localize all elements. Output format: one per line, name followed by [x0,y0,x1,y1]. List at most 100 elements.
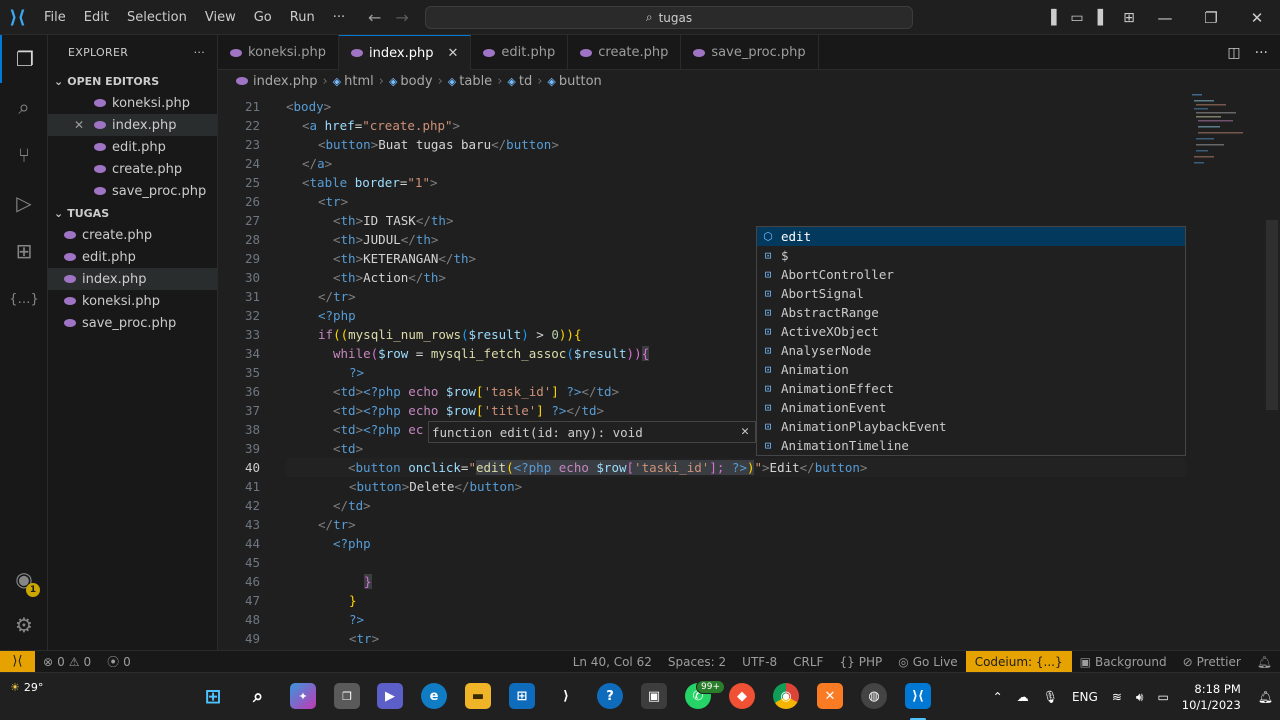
code-line[interactable]: 26 <tr> [218,192,1218,211]
weather-widget[interactable]: ☀ 29° [10,681,43,694]
close-tab-icon[interactable]: ✕ [448,46,459,61]
folder-section[interactable]: ⌄ TUGAS [48,202,217,224]
explorer-more-icon[interactable]: ··· [194,46,205,59]
menu-run[interactable]: Run [281,0,324,35]
help-icon[interactable]: ? [597,683,623,709]
obs-recorder-icon[interactable]: ◍ [861,683,887,709]
explorer-icon[interactable]: ❐ [0,35,48,83]
toggle-panel-icon[interactable]: ▭ [1064,10,1090,26]
code-line[interactable]: 44 <?php [218,534,1218,553]
battery-icon[interactable]: ▭ [1150,690,1175,704]
minimap[interactable] [1190,92,1266,172]
background-status[interactable]: ▣ Background [1072,655,1175,669]
onedrive-icon[interactable]: ☁ [1010,690,1036,704]
suggestion-item[interactable]: ⊡ AbortSignal [757,284,1185,303]
code-line[interactable]: 25 <table border="1"> [218,173,1218,192]
back-arrow-icon[interactable]: ← [368,8,381,27]
windows-start-icon[interactable]: ⊞ [200,683,226,709]
ports-status[interactable]: ⦿ 0 [99,653,139,670]
minimize-icon[interactable]: — [1142,9,1188,27]
open-editor-item[interactable]: koneksi.php [48,92,217,114]
xampp-icon[interactable]: ✕ [817,683,843,709]
suggestion-item[interactable]: ⊡ $ [757,246,1185,265]
suggestion-item[interactable]: ⬡ edit [757,227,1185,246]
folder-file-item[interactable]: index.php [48,268,217,290]
microphone-icon[interactable]: 🎙︎ [1036,690,1065,704]
indentation[interactable]: Spaces: 2 [660,655,734,669]
code-line[interactable]: 41 <button>Delete</button> [218,477,1218,496]
problems-status[interactable]: ⊗ 0 ⚠ 0 [35,655,99,669]
suggestion-item[interactable]: ⊡ AbortController [757,265,1185,284]
suggestion-item[interactable]: ⊡ AnimationPlaybackEvent [757,417,1185,436]
current-code-line[interactable]: 40 <button onclick="edit(<?php echo $row[… [245,458,1186,477]
code-line[interactable]: 43 </tr> [218,515,1218,534]
codeium-status[interactable]: Codeium: {...} [965,651,1072,673]
extensions-icon[interactable]: ⊞ [0,227,48,275]
edge-browser-icon[interactable]: e [421,683,447,709]
close-hint-icon[interactable]: ✕ [741,424,749,439]
open-editor-item[interactable]: create.php [48,158,217,180]
notifications-bell-icon[interactable]: 🔔︎ [1249,655,1280,669]
command-center-search[interactable]: ⌕ tugas [425,6,913,29]
microsoft-store-icon[interactable]: ⊞ [509,683,535,709]
clock[interactable]: 8:18 PM 10/1/2023 [1176,681,1251,713]
open-editor-item[interactable]: save_proc.php [48,180,217,202]
code-line[interactable]: 23 <button>Buat tugas baru</button> [218,135,1218,154]
menu-edit[interactable]: Edit [75,0,118,35]
open-editor-item[interactable]: ✕ index.php [48,114,217,136]
menu-view[interactable]: View [196,0,245,35]
code-line[interactable]: 49 <tr> [218,629,1218,648]
chevron-up-icon[interactable]: ⌃ [986,690,1010,704]
menu-selection[interactable]: Selection [118,0,196,35]
menu-file[interactable]: File [35,0,75,35]
taskbar-search-icon[interactable]: ⌕ [245,683,271,709]
toggle-secondary-sidebar-icon[interactable]: ▌ [1090,10,1116,26]
search-icon[interactable]: ⌕ [0,83,48,131]
teams-chat-icon[interactable]: ▶ [377,683,403,709]
suggestion-item[interactable]: ⊡ AnimationEffect [757,379,1185,398]
cursor-position[interactable]: Ln 40, Col 62 [565,655,660,669]
input-language[interactable]: ENG [1065,690,1105,704]
breadcrumb-item[interactable]: td [519,74,532,89]
suggestion-item[interactable]: ⊡ AnimationEvent [757,398,1185,417]
open-editor-item[interactable]: edit.php [48,136,217,158]
forward-arrow-icon[interactable]: → [395,8,408,27]
chrome-icon[interactable]: ◉ [773,683,799,709]
go-live-button[interactable]: ◎ Go Live [890,655,965,669]
codeium-icon[interactable]: {…} [0,275,48,323]
customize-layout-icon[interactable]: ⊞ [1116,10,1142,26]
menu-more[interactable]: ··· [324,0,354,35]
language-mode[interactable]: {} PHP [831,655,890,669]
vertical-scrollbar[interactable] [1266,220,1278,410]
folder-file-item[interactable]: create.php [48,224,217,246]
code-line[interactable]: 45 [218,553,1218,572]
suggestion-item[interactable]: ⊡ Animation [757,360,1185,379]
code-line[interactable]: 46} [218,572,1218,591]
code-line[interactable]: 48 ?> [218,610,1218,629]
wifi-icon[interactable]: ≋ [1105,690,1129,704]
suggestion-item[interactable]: ⊡ AnimationTimeline [757,436,1185,455]
run-debug-icon[interactable]: ▷ [0,179,48,227]
open-editors-section[interactable]: ⌄ OPEN EDITORS [48,70,217,92]
toggle-primary-sidebar-icon[interactable]: ▐ [1038,10,1064,26]
breadcrumb-item[interactable]: button [559,74,602,89]
folder-file-item[interactable]: edit.php [48,246,217,268]
breadcrumb-item[interactable]: body [400,74,432,89]
suggestion-item[interactable]: ⊡ AnalyserNode [757,341,1185,360]
menu-go[interactable]: Go [245,0,281,35]
suggestion-item[interactable]: ⊡ AbstractRange [757,303,1185,322]
suggestion-item[interactable]: ⊡ ActiveXObject [757,322,1185,341]
close-window-icon[interactable]: ✕ [1234,9,1280,27]
git-icon[interactable]: ◆ [729,683,755,709]
media-app-icon[interactable]: ▣ [641,683,667,709]
tab-koneksi[interactable]: koneksi.php [218,35,340,70]
folder-file-item[interactable]: koneksi.php [48,290,217,312]
vscode-taskbar-icon[interactable]: ⟩⟨ [905,683,931,709]
folder-file-item[interactable]: save_proc.php [48,312,217,334]
tab-index[interactable]: index.php ✕ [339,35,472,70]
settings-gear-icon[interactable]: ⚙ [0,601,48,649]
breadcrumb-item[interactable]: html [344,74,374,89]
copilot-icon[interactable]: ✦ [290,683,316,709]
prettier-status[interactable]: ⊘ Prettier [1175,655,1249,669]
source-control-icon[interactable]: ⑂ [0,131,48,179]
